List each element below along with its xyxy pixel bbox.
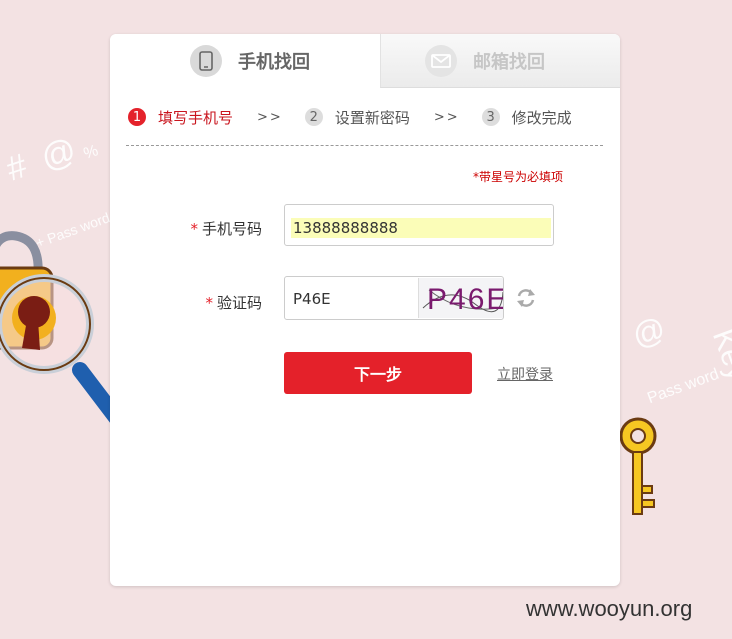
login-now-link[interactable]: 立即登录 — [497, 364, 553, 384]
refresh-captcha-icon[interactable] — [514, 286, 538, 310]
tab-email-label: 邮箱找回 — [473, 51, 545, 73]
phone-label-text: 手机号码 — [201, 220, 262, 238]
step-label: 修改完成 — [511, 108, 572, 127]
decor-percent-left: % — [81, 142, 101, 163]
captcha-input[interactable] — [293, 289, 413, 309]
required-fields-note: *带星号为必填项 — [473, 170, 564, 184]
captcha-input-box: P46E — [284, 276, 506, 320]
required-star: * — [190, 220, 198, 238]
phone-number-input[interactable] — [291, 218, 551, 238]
step-separator: >> — [257, 109, 283, 125]
captcha-label-text: 验证码 — [216, 294, 262, 312]
mail-icon — [425, 44, 457, 77]
password-recovery-card: 手机找回 邮箱找回 1 填写手机号 >> 2 设置新密码 >> 3 修改完成 *… — [110, 34, 620, 586]
tab-phone-recovery[interactable]: 手机找回 — [110, 34, 380, 88]
phone-field-label: * 手机号码 — [180, 218, 262, 239]
next-step-button[interactable]: 下一步 — [284, 352, 472, 394]
captcha-image-text: P46E — [427, 283, 503, 316]
tab-email-recovery[interactable]: 邮箱找回 — [380, 34, 620, 88]
step-label: 设置新密码 — [334, 108, 410, 127]
watermark: www.wooyun.org — [526, 596, 693, 621]
key-illustration — [619, 417, 657, 515]
required-star: * — [205, 294, 213, 312]
step-number: 3 — [481, 108, 500, 126]
dashed-divider — [126, 145, 603, 146]
recovery-tabs: 手机找回 邮箱找回 — [110, 34, 620, 88]
step-number: 2 — [304, 108, 323, 126]
phone-input-box — [284, 204, 554, 246]
step-separator: >> — [433, 109, 460, 125]
step-label: 填写手机号 — [158, 108, 234, 127]
step-set-password: 2 设置新密码 — [304, 107, 410, 128]
captcha-field-label: * 验证码 — [196, 292, 262, 313]
step-fill-phone: 1 填写手机号 — [128, 107, 233, 128]
phone-icon — [190, 45, 222, 77]
captcha-image[interactable]: P46E — [418, 278, 506, 318]
tab-phone-label: 手机找回 — [238, 52, 310, 73]
decor-pass-right: Pass word — [645, 365, 722, 408]
progress-steps: 1 填写手机号 >> 2 设置新密码 >> 3 修改完成 — [128, 104, 604, 130]
step-number: 1 — [128, 108, 146, 126]
decor-symbols-left: # @ — [1, 129, 85, 189]
padlock-magnifier-illustration — [0, 231, 120, 428]
step-complete: 3 修改完成 — [481, 107, 572, 128]
